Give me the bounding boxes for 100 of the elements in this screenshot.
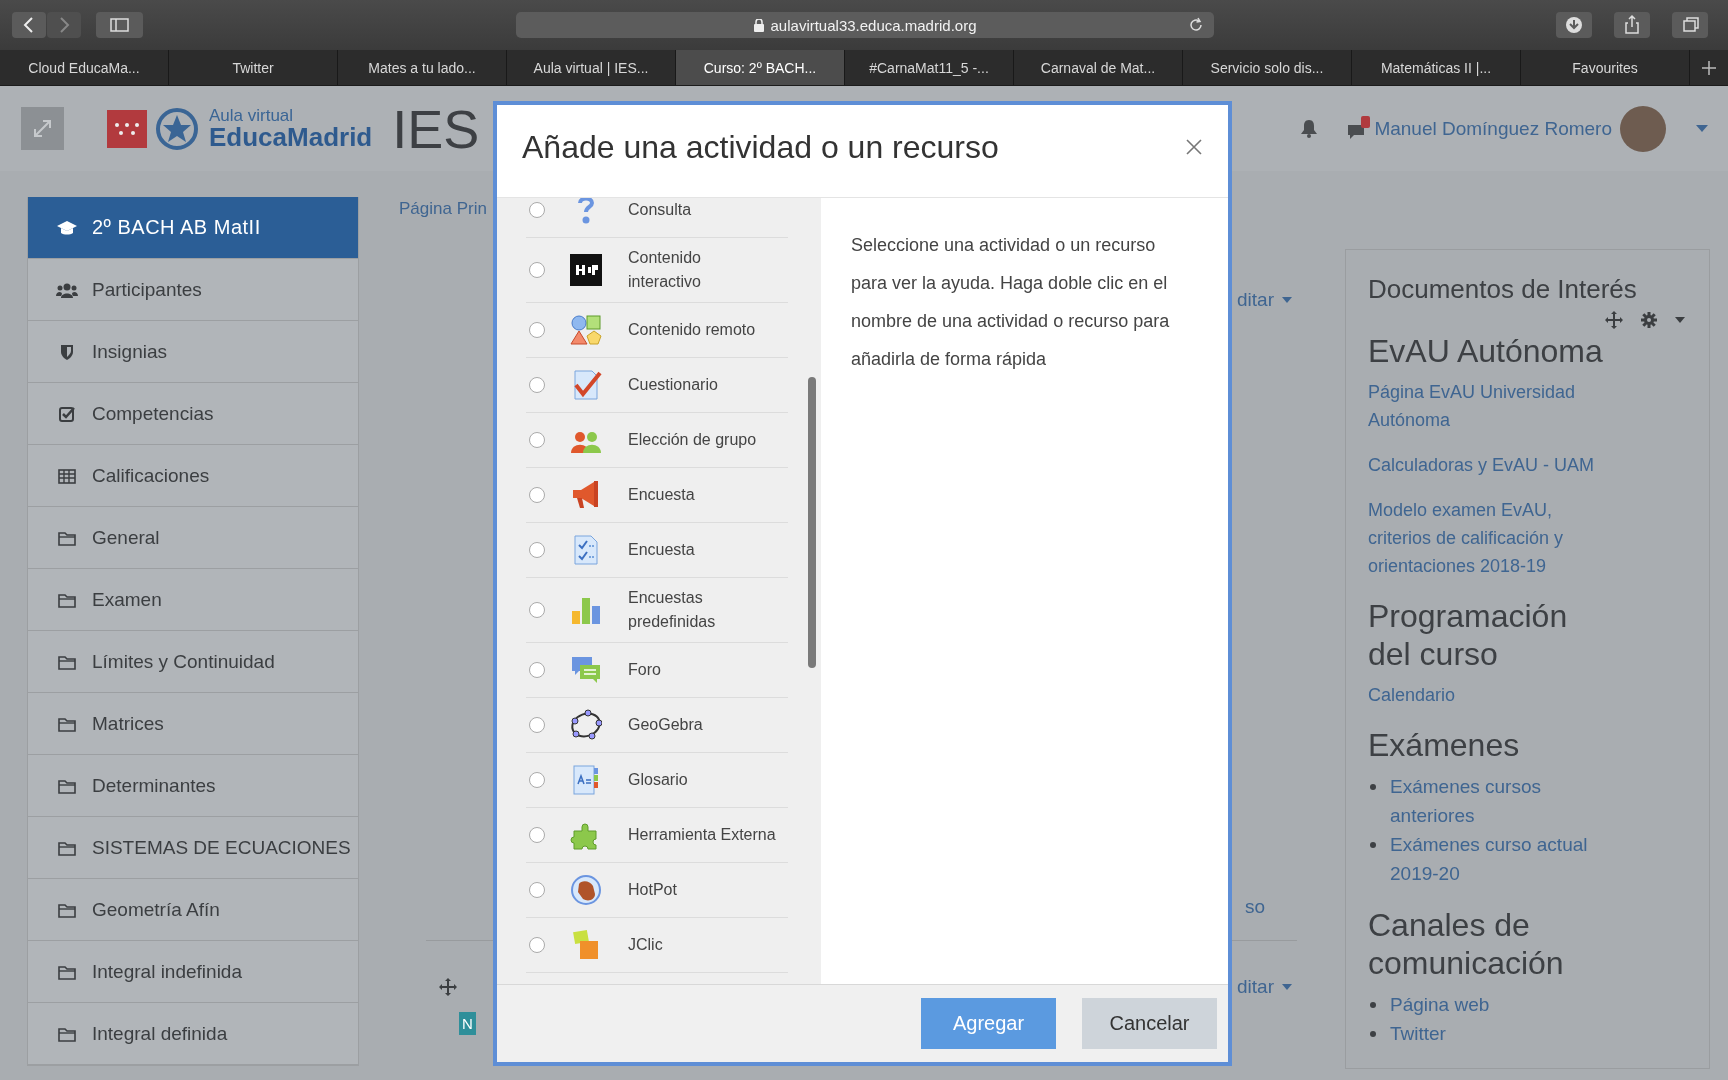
section-heading: Programación del curso — [1368, 597, 1569, 673]
polygon-dots-icon — [570, 709, 602, 741]
sidebar-item-label: Calificaciones — [92, 464, 210, 487]
radio-button[interactable] — [529, 882, 545, 898]
sidebar-item-label: Geometría Afín — [92, 898, 220, 921]
option-label[interactable]: Foro — [628, 658, 661, 682]
radio-button[interactable] — [529, 602, 545, 618]
caret-icon[interactable] — [1696, 125, 1708, 132]
option-label[interactable]: Cuestionario — [628, 373, 718, 397]
radio-button[interactable] — [529, 322, 545, 338]
checkbox-icon — [56, 404, 78, 423]
settings-icon[interactable] — [1641, 312, 1657, 328]
sidebar-item[interactable]: General — [28, 507, 358, 569]
close-icon[interactable] — [1186, 139, 1202, 155]
scrollbar[interactable] — [808, 377, 816, 668]
radio-button[interactable] — [529, 827, 545, 843]
bell-icon[interactable] — [1300, 119, 1319, 138]
star-emblem-icon — [155, 106, 199, 151]
dialog-title: Añade una actividad o un recurso — [522, 128, 999, 166]
expand-icon[interactable] — [21, 107, 64, 150]
caret-icon[interactable] — [1675, 317, 1685, 323]
logo-subtitle: Aula virtual — [209, 107, 295, 124]
sidebar-item[interactable]: Integral indefinida — [28, 941, 358, 1003]
forward-icon[interactable] — [47, 12, 81, 38]
bullet — [1370, 1031, 1376, 1037]
option-label[interactable]: Consulta — [628, 198, 692, 222]
move-icon[interactable] — [1605, 311, 1623, 329]
sidebar-item[interactable]: Integral definida — [28, 1003, 358, 1065]
badge: N — [459, 1012, 476, 1035]
graduation-cap-icon — [56, 218, 78, 237]
browser-tab[interactable]: Favourites — [1521, 50, 1690, 85]
sidebar-item[interactable]: Determinantes — [28, 755, 358, 817]
share-icon[interactable] — [1614, 12, 1650, 38]
option-label[interactable]: Encuesta — [628, 538, 695, 562]
browser-tab[interactable]: #CarnaMat11_5 -... — [845, 50, 1014, 85]
option-label[interactable]: HotPot — [628, 878, 677, 902]
browser-tab[interactable]: Cloud EducaMa... — [0, 50, 169, 85]
help-text: Seleccione una actividad o un recurso para ver la ayuda. Haga doble clic en el nombre de una actividad o recurso para añadirla de forma rápida — [851, 234, 1171, 371]
tabs-icon[interactable] — [1672, 12, 1708, 38]
site-title: IES — [392, 97, 480, 160]
browser-tab[interactable]: Curso: 2º BACH... — [676, 50, 845, 85]
radio-button[interactable] — [529, 662, 545, 678]
bullet — [1370, 784, 1376, 790]
browser-tab[interactable]: Mates a tu lado... — [338, 50, 507, 85]
sidebar-item[interactable]: 2º BACH AB MatII — [28, 197, 358, 259]
section-heading: Canales de comunicación — [1368, 906, 1565, 982]
option-label[interactable]: GeoGebra — [628, 713, 703, 737]
sidebar-item[interactable]: Competencias — [28, 383, 358, 445]
browser-tab[interactable]: Twitter — [169, 50, 338, 85]
radio-button[interactable] — [529, 202, 545, 218]
sidebar-item-label: Insignias — [92, 340, 167, 363]
bullet — [1370, 842, 1376, 848]
caret-icon — [1282, 297, 1292, 303]
sidebar-item[interactable]: Examen — [28, 569, 358, 631]
move-icon[interactable] — [439, 978, 457, 996]
address-bar[interactable]: aulavirtual33.educa.madrid.org — [516, 12, 1214, 38]
sidebar-item[interactable]: Insignias — [28, 321, 358, 383]
sidebar-item[interactable]: Calificaciones — [28, 445, 358, 507]
back-icon[interactable] — [12, 12, 46, 38]
radio-button[interactable] — [529, 487, 545, 503]
option-label[interactable]: Elección de grupo — [628, 428, 757, 452]
radio-button[interactable] — [529, 717, 545, 733]
cancel-button[interactable]: Cancelar — [1082, 998, 1217, 1049]
option-label[interactable]: Herramienta Externa — [628, 823, 776, 847]
section-heading: Exámenes — [1368, 726, 1521, 764]
radio-button[interactable] — [529, 262, 545, 278]
option-label[interactable]: Contenido interactivo — [628, 246, 778, 294]
option-label[interactable]: Encuesta — [628, 483, 695, 507]
option-label[interactable]: Encuestas predefinidas — [628, 586, 778, 634]
option-label[interactable]: JClic — [628, 933, 663, 957]
caret-icon — [1282, 984, 1292, 990]
radio-button[interactable] — [529, 432, 545, 448]
reload-icon[interactable] — [1188, 17, 1204, 33]
browser-tab[interactable]: Matemáticas II |... — [1352, 50, 1521, 85]
browser-tab[interactable]: Servicio solo dis... — [1183, 50, 1352, 85]
sidebar-icon[interactable] — [96, 12, 143, 38]
sidebar-item-label: Matrices — [92, 712, 164, 735]
new-tab-icon[interactable] — [1702, 60, 1716, 75]
radio-button[interactable] — [529, 377, 545, 393]
h5p-icon — [570, 254, 602, 286]
sidebar-item[interactable]: Límites y Continuidad — [28, 631, 358, 693]
option-label[interactable]: Contenido remoto — [628, 318, 756, 342]
download-icon[interactable] — [1556, 12, 1592, 38]
sidebar-item-label: Examen — [92, 588, 162, 611]
logo-title: EducaMadrid — [209, 124, 373, 150]
radio-button[interactable] — [529, 542, 545, 558]
avatar[interactable] — [1620, 105, 1666, 152]
radio-button[interactable] — [529, 772, 545, 788]
sidebar-item[interactable]: Geometría Afín — [28, 879, 358, 941]
option-label[interactable]: Glosario — [628, 768, 688, 792]
sidebar-item-label: Competencias — [92, 402, 214, 425]
table-icon — [56, 466, 78, 485]
hand-icon — [570, 874, 602, 906]
sidebar-item-label: Límites y Continuidad — [92, 650, 275, 673]
radio-button[interactable] — [529, 937, 545, 953]
flag-icon — [107, 109, 147, 148]
sidebar-item[interactable]: Participantes — [28, 259, 358, 321]
browser-tab[interactable]: Carnaval de Mat... — [1014, 50, 1183, 85]
sidebar-item[interactable]: SISTEMAS DE ECUACIONES — [28, 817, 358, 879]
sidebar-item[interactable]: Matrices — [28, 693, 358, 755]
